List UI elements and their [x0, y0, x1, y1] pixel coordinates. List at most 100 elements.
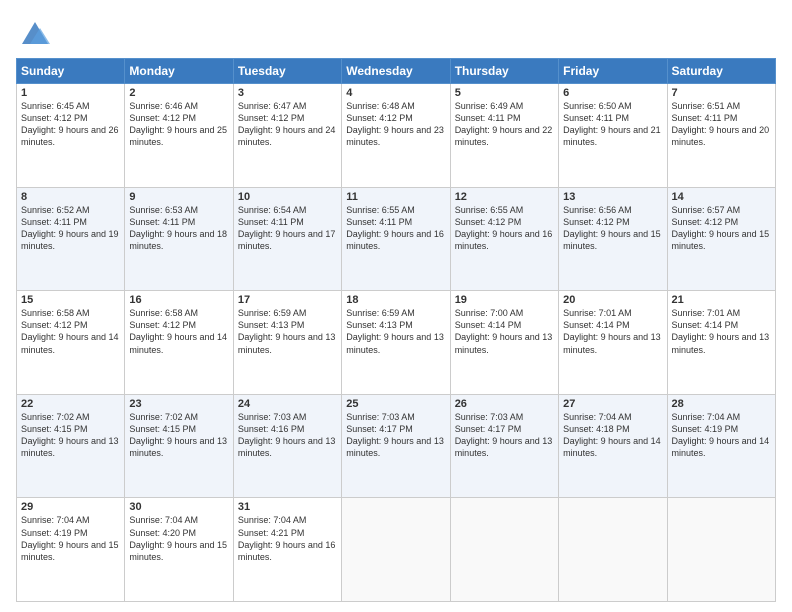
day-info: Sunrise: 6:55 AM Sunset: 4:11 PM Dayligh… — [346, 204, 445, 253]
day-number: 20 — [563, 294, 662, 306]
day-number: 11 — [346, 191, 445, 203]
day-number: 1 — [21, 87, 120, 99]
day-info: Sunrise: 7:03 AM Sunset: 4:16 PM Dayligh… — [238, 411, 337, 460]
day-info: Sunrise: 6:56 AM Sunset: 4:12 PM Dayligh… — [563, 204, 662, 253]
day-info: Sunrise: 7:00 AM Sunset: 4:14 PM Dayligh… — [455, 307, 554, 356]
day-number: 8 — [21, 191, 120, 203]
day-info: Sunrise: 6:58 AM Sunset: 4:12 PM Dayligh… — [129, 307, 228, 356]
day-info: Sunrise: 6:48 AM Sunset: 4:12 PM Dayligh… — [346, 100, 445, 149]
col-header-tuesday: Tuesday — [233, 59, 341, 84]
col-header-saturday: Saturday — [667, 59, 775, 84]
day-number: 26 — [455, 398, 554, 410]
header-row: SundayMondayTuesdayWednesdayThursdayFrid… — [17, 59, 776, 84]
day-cell: 16Sunrise: 6:58 AM Sunset: 4:12 PM Dayli… — [125, 291, 233, 395]
col-header-friday: Friday — [559, 59, 667, 84]
page: SundayMondayTuesdayWednesdayThursdayFrid… — [0, 0, 792, 612]
day-cell: 30Sunrise: 7:04 AM Sunset: 4:20 PM Dayli… — [125, 498, 233, 602]
day-info: Sunrise: 6:57 AM Sunset: 4:12 PM Dayligh… — [672, 204, 771, 253]
day-number: 25 — [346, 398, 445, 410]
logo — [16, 14, 58, 52]
day-cell — [559, 498, 667, 602]
day-cell: 25Sunrise: 7:03 AM Sunset: 4:17 PM Dayli… — [342, 394, 450, 498]
day-info: Sunrise: 7:02 AM Sunset: 4:15 PM Dayligh… — [129, 411, 228, 460]
day-number: 5 — [455, 87, 554, 99]
day-number: 10 — [238, 191, 337, 203]
day-number: 15 — [21, 294, 120, 306]
day-cell — [342, 498, 450, 602]
calendar-table: SundayMondayTuesdayWednesdayThursdayFrid… — [16, 58, 776, 602]
day-number: 17 — [238, 294, 337, 306]
day-info: Sunrise: 7:01 AM Sunset: 4:14 PM Dayligh… — [672, 307, 771, 356]
day-number: 30 — [129, 501, 228, 513]
day-cell: 2Sunrise: 6:46 AM Sunset: 4:12 PM Daylig… — [125, 84, 233, 188]
day-cell: 4Sunrise: 6:48 AM Sunset: 4:12 PM Daylig… — [342, 84, 450, 188]
day-cell: 13Sunrise: 6:56 AM Sunset: 4:12 PM Dayli… — [559, 187, 667, 291]
day-number: 16 — [129, 294, 228, 306]
day-number: 19 — [455, 294, 554, 306]
day-info: Sunrise: 6:49 AM Sunset: 4:11 PM Dayligh… — [455, 100, 554, 149]
col-header-monday: Monday — [125, 59, 233, 84]
day-cell: 23Sunrise: 7:02 AM Sunset: 4:15 PM Dayli… — [125, 394, 233, 498]
header — [16, 10, 776, 52]
day-number: 23 — [129, 398, 228, 410]
day-number: 24 — [238, 398, 337, 410]
day-info: Sunrise: 6:55 AM Sunset: 4:12 PM Dayligh… — [455, 204, 554, 253]
day-cell: 14Sunrise: 6:57 AM Sunset: 4:12 PM Dayli… — [667, 187, 775, 291]
day-cell: 27Sunrise: 7:04 AM Sunset: 4:18 PM Dayli… — [559, 394, 667, 498]
day-cell: 15Sunrise: 6:58 AM Sunset: 4:12 PM Dayli… — [17, 291, 125, 395]
day-info: Sunrise: 7:04 AM Sunset: 4:20 PM Dayligh… — [129, 514, 228, 563]
day-number: 21 — [672, 294, 771, 306]
day-info: Sunrise: 6:59 AM Sunset: 4:13 PM Dayligh… — [346, 307, 445, 356]
day-cell: 9Sunrise: 6:53 AM Sunset: 4:11 PM Daylig… — [125, 187, 233, 291]
day-info: Sunrise: 7:04 AM Sunset: 4:19 PM Dayligh… — [672, 411, 771, 460]
day-cell: 6Sunrise: 6:50 AM Sunset: 4:11 PM Daylig… — [559, 84, 667, 188]
week-row-3: 15Sunrise: 6:58 AM Sunset: 4:12 PM Dayli… — [17, 291, 776, 395]
day-info: Sunrise: 7:04 AM Sunset: 4:18 PM Dayligh… — [563, 411, 662, 460]
day-cell: 5Sunrise: 6:49 AM Sunset: 4:11 PM Daylig… — [450, 84, 558, 188]
day-info: Sunrise: 6:45 AM Sunset: 4:12 PM Dayligh… — [21, 100, 120, 149]
day-info: Sunrise: 6:51 AM Sunset: 4:11 PM Dayligh… — [672, 100, 771, 149]
day-info: Sunrise: 6:46 AM Sunset: 4:12 PM Dayligh… — [129, 100, 228, 149]
day-info: Sunrise: 7:04 AM Sunset: 4:19 PM Dayligh… — [21, 514, 120, 563]
col-header-thursday: Thursday — [450, 59, 558, 84]
day-number: 31 — [238, 501, 337, 513]
day-cell: 22Sunrise: 7:02 AM Sunset: 4:15 PM Dayli… — [17, 394, 125, 498]
day-cell: 24Sunrise: 7:03 AM Sunset: 4:16 PM Dayli… — [233, 394, 341, 498]
day-cell: 19Sunrise: 7:00 AM Sunset: 4:14 PM Dayli… — [450, 291, 558, 395]
day-info: Sunrise: 6:52 AM Sunset: 4:11 PM Dayligh… — [21, 204, 120, 253]
day-cell: 20Sunrise: 7:01 AM Sunset: 4:14 PM Dayli… — [559, 291, 667, 395]
day-info: Sunrise: 7:02 AM Sunset: 4:15 PM Dayligh… — [21, 411, 120, 460]
day-cell: 3Sunrise: 6:47 AM Sunset: 4:12 PM Daylig… — [233, 84, 341, 188]
day-cell: 21Sunrise: 7:01 AM Sunset: 4:14 PM Dayli… — [667, 291, 775, 395]
day-info: Sunrise: 7:04 AM Sunset: 4:21 PM Dayligh… — [238, 514, 337, 563]
day-cell: 17Sunrise: 6:59 AM Sunset: 4:13 PM Dayli… — [233, 291, 341, 395]
day-info: Sunrise: 6:58 AM Sunset: 4:12 PM Dayligh… — [21, 307, 120, 356]
day-info: Sunrise: 6:47 AM Sunset: 4:12 PM Dayligh… — [238, 100, 337, 149]
day-cell: 29Sunrise: 7:04 AM Sunset: 4:19 PM Dayli… — [17, 498, 125, 602]
day-info: Sunrise: 7:03 AM Sunset: 4:17 PM Dayligh… — [455, 411, 554, 460]
col-header-wednesday: Wednesday — [342, 59, 450, 84]
day-cell: 10Sunrise: 6:54 AM Sunset: 4:11 PM Dayli… — [233, 187, 341, 291]
day-number: 29 — [21, 501, 120, 513]
day-cell: 8Sunrise: 6:52 AM Sunset: 4:11 PM Daylig… — [17, 187, 125, 291]
day-cell: 1Sunrise: 6:45 AM Sunset: 4:12 PM Daylig… — [17, 84, 125, 188]
week-row-2: 8Sunrise: 6:52 AM Sunset: 4:11 PM Daylig… — [17, 187, 776, 291]
day-number: 28 — [672, 398, 771, 410]
day-cell: 28Sunrise: 7:04 AM Sunset: 4:19 PM Dayli… — [667, 394, 775, 498]
day-number: 9 — [129, 191, 228, 203]
day-cell — [450, 498, 558, 602]
day-number: 12 — [455, 191, 554, 203]
day-number: 3 — [238, 87, 337, 99]
day-number: 14 — [672, 191, 771, 203]
day-cell: 18Sunrise: 6:59 AM Sunset: 4:13 PM Dayli… — [342, 291, 450, 395]
week-row-5: 29Sunrise: 7:04 AM Sunset: 4:19 PM Dayli… — [17, 498, 776, 602]
day-cell: 7Sunrise: 6:51 AM Sunset: 4:11 PM Daylig… — [667, 84, 775, 188]
logo-icon — [16, 14, 54, 52]
day-number: 22 — [21, 398, 120, 410]
day-number: 7 — [672, 87, 771, 99]
day-number: 18 — [346, 294, 445, 306]
day-info: Sunrise: 6:50 AM Sunset: 4:11 PM Dayligh… — [563, 100, 662, 149]
col-header-sunday: Sunday — [17, 59, 125, 84]
day-number: 13 — [563, 191, 662, 203]
week-row-1: 1Sunrise: 6:45 AM Sunset: 4:12 PM Daylig… — [17, 84, 776, 188]
